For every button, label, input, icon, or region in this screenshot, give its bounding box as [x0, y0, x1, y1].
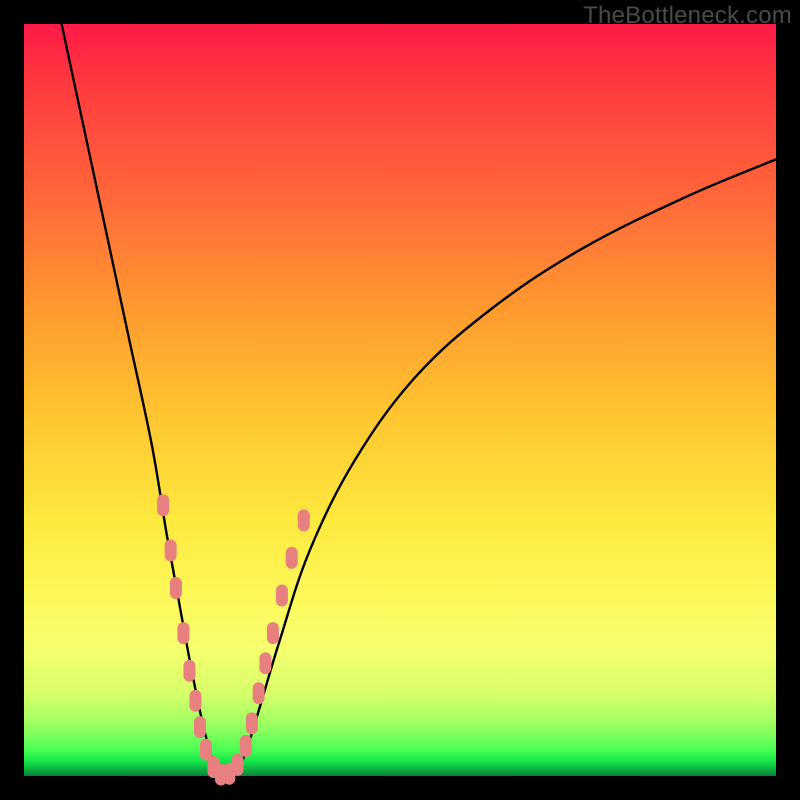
marker-point: [157, 494, 169, 516]
marker-point: [259, 652, 271, 674]
bottleneck-curve: [62, 24, 776, 777]
marker-point: [298, 509, 310, 531]
marker-point: [189, 690, 201, 712]
marker-point: [170, 577, 182, 599]
marker-point: [183, 660, 195, 682]
marker-point: [232, 754, 244, 776]
marker-point: [165, 539, 177, 561]
watermark-text: TheBottleneck.com: [583, 2, 792, 30]
marker-point: [286, 547, 298, 569]
marker-point: [253, 682, 265, 704]
marker-point: [240, 735, 252, 757]
marker-point: [177, 622, 189, 644]
marker-point: [194, 716, 206, 738]
marker-point: [246, 712, 258, 734]
highlighted-points: [157, 494, 310, 785]
chart-frame: TheBottleneck.com: [0, 0, 800, 800]
marker-point: [276, 585, 288, 607]
marker-point: [267, 622, 279, 644]
chart-svg: [24, 24, 776, 776]
